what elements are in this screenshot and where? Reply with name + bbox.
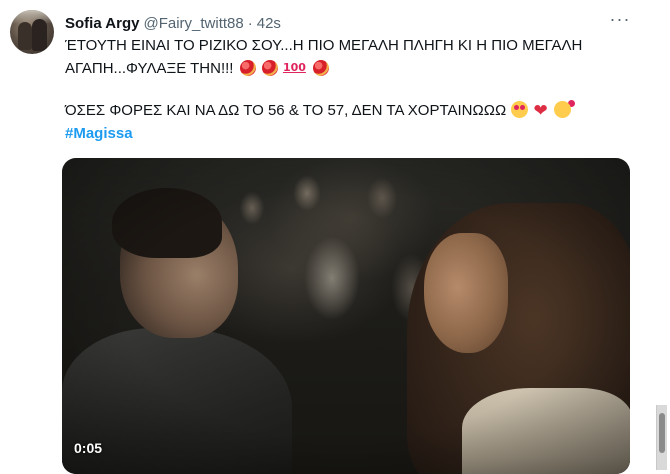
- heart-eyes-emoji-icon: [511, 101, 529, 118]
- avatar-figure: [32, 19, 47, 51]
- author-name[interactable]: Sofia Argy: [65, 15, 139, 32]
- tweet-header: Sofia Argy @Fairy_twitt88 · 42s: [65, 12, 281, 34]
- tweet[interactable]: Sofia Argy @Fairy_twitt88 · 42s ··· ΈΤΟΥ…: [0, 0, 670, 474]
- tweet-text-content: ΑΓΑΠΗ...ΦΥΛΑΞΕ ΤΗΝ!!!: [65, 60, 234, 77]
- avatar-figure: [18, 22, 32, 50]
- smiling-face-with-hearts-emoji-icon: [553, 101, 571, 118]
- author-handle[interactable]: @Fairy_twitt88: [143, 15, 243, 32]
- video-timestamp: 0:05: [74, 440, 103, 456]
- separator-dot: ·: [247, 14, 253, 32]
- scrollbar[interactable]: [656, 405, 667, 470]
- tweet-time[interactable]: 42s: [257, 15, 281, 32]
- hundred-points-emoji-icon: 100: [282, 61, 306, 74]
- tweet-text-line: ΌΣΕΣ ΦΟΡΕΣ ΚΑΙ ΝΑ ΔΩ ΤΟ 56 & ΤΟ 57, ΔΕΝ …: [65, 101, 645, 121]
- bouquet-emoji-icon: [239, 60, 256, 76]
- scrollbar-thumb[interactable]: [659, 413, 665, 453]
- tweet-text-content: ΌΣΕΣ ΦΟΡΕΣ ΚΑΙ ΝΑ ΔΩ ΤΟ 56 & ΤΟ 57, ΔΕΝ …: [65, 102, 507, 119]
- video-vignette: [62, 158, 630, 474]
- bouquet-emoji-icon: [261, 60, 278, 76]
- tweet-text-content: ΈΤΟΥΤΗ ΕΙΝΑΙ ΤΟ ΡΙΖΙΚΟ ΣΟΥ...Η ΠΙΟ ΜΕΓΑΛ…: [65, 37, 583, 54]
- tweet-text-line: #Magissa: [65, 124, 645, 144]
- red-heart-emoji-icon: ❤: [533, 101, 548, 120]
- video-player[interactable]: 0:05: [62, 158, 630, 474]
- tweet-text-line: ΈΤΟΥΤΗ ΕΙΝΑΙ ΤΟ ΡΙΖΙΚΟ ΣΟΥ...Η ΠΙΟ ΜΕΓΑΛ…: [65, 36, 645, 56]
- avatar[interactable]: [10, 10, 54, 54]
- more-dots-icon[interactable]: ···: [607, 10, 633, 32]
- bouquet-emoji-icon: [313, 60, 330, 76]
- hashtag-link[interactable]: #Magissa: [65, 125, 133, 142]
- tweet-text-line: ΑΓΑΠΗ...ΦΥΛΑΞΕ ΤΗΝ!!! 100: [65, 58, 645, 79]
